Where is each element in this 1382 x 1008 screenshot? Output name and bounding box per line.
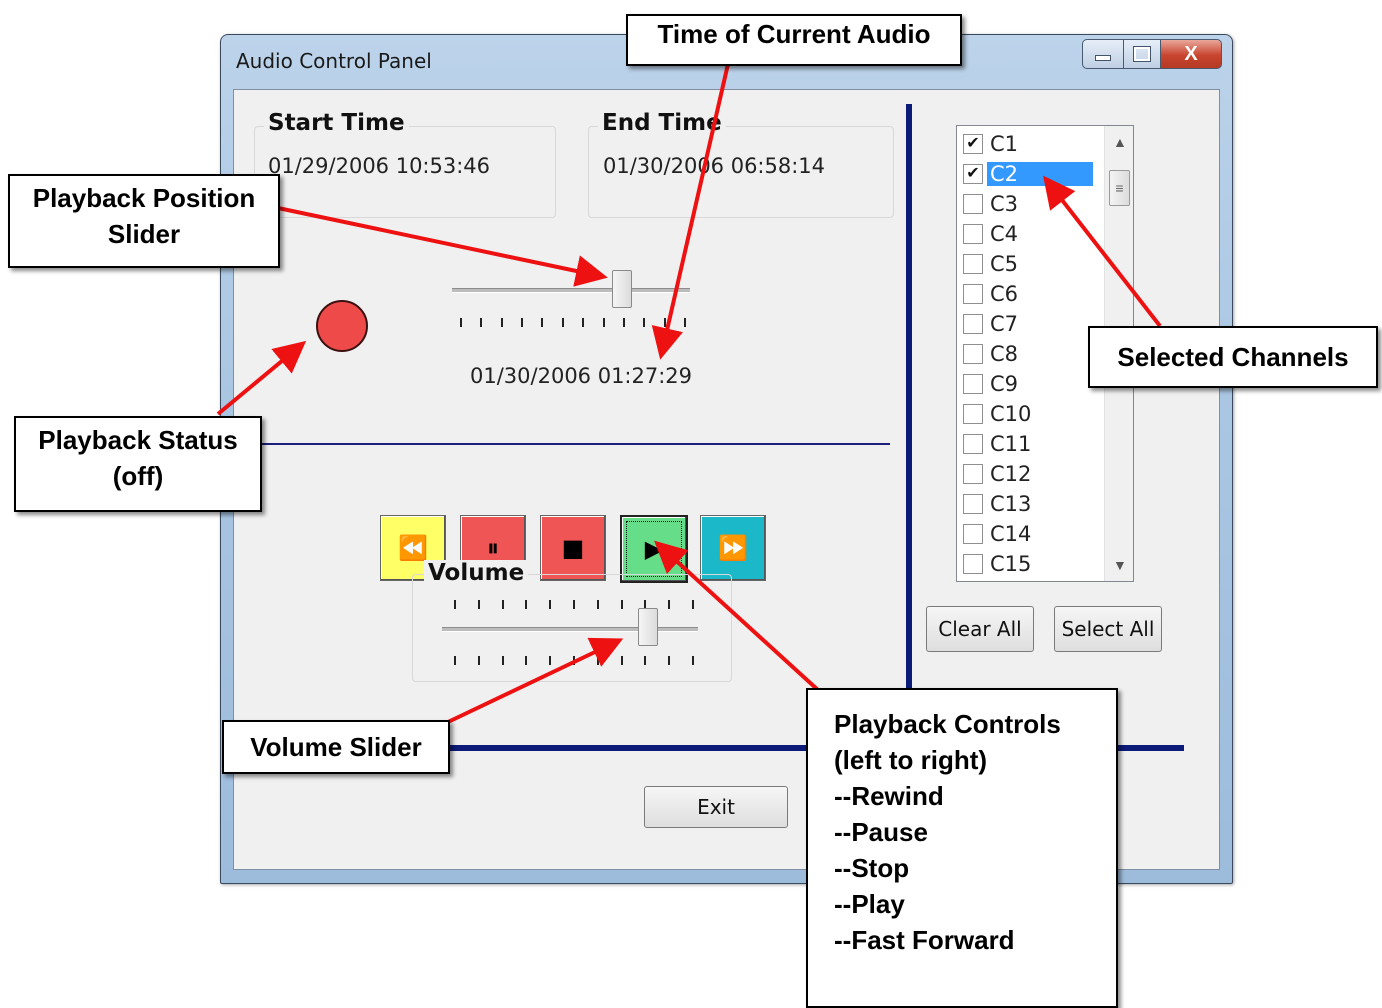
callout-time-of-current-audio-text: Time of Current Audio — [657, 19, 931, 49]
callout-playback-controls-line5: --Stop — [834, 853, 910, 883]
callout-playback-position-line1: Playback Position — [32, 183, 256, 213]
callout-playback-controls-line1: Playback Controls — [834, 709, 1061, 739]
arrow-selected-channels — [1043, 175, 1162, 328]
callout-time-of-current-audio: Time of Current Audio — [626, 14, 962, 66]
arrow-playback-position-slider — [277, 206, 608, 287]
callout-selected-channels: Selected Channels — [1088, 326, 1378, 388]
callout-playback-position-line2: Slider — [107, 219, 181, 249]
callout-selected-channels-text: Selected Channels — [1117, 342, 1349, 372]
callout-volume-slider: Volume Slider — [222, 720, 450, 774]
callout-playback-controls-line7: --Fast Forward — [834, 925, 1015, 955]
arrow-playback-status — [216, 340, 307, 416]
callout-playback-controls-line6: --Play — [834, 889, 905, 919]
callout-playback-position-slider: Playback Position Slider — [8, 174, 280, 268]
callout-volume-slider-text: Volume Slider — [250, 732, 422, 762]
callout-playback-controls-line2: (left to right) — [834, 745, 988, 775]
callout-playback-controls-line3: --Rewind — [834, 781, 944, 811]
callout-playback-controls: Playback Controls (left to right) --Rewi… — [806, 688, 1118, 1008]
callout-playback-controls-line4: --Pause — [834, 817, 928, 847]
callout-playback-status-line2: (off) — [112, 461, 164, 491]
arrow-volume-slider — [447, 637, 624, 724]
callout-playback-status: Playback Status (off) — [14, 416, 262, 512]
arrow-playback-controls — [654, 540, 820, 692]
arrow-time-of-current-audio — [651, 63, 730, 360]
callout-playback-status-line1: Playback Status — [38, 425, 238, 455]
